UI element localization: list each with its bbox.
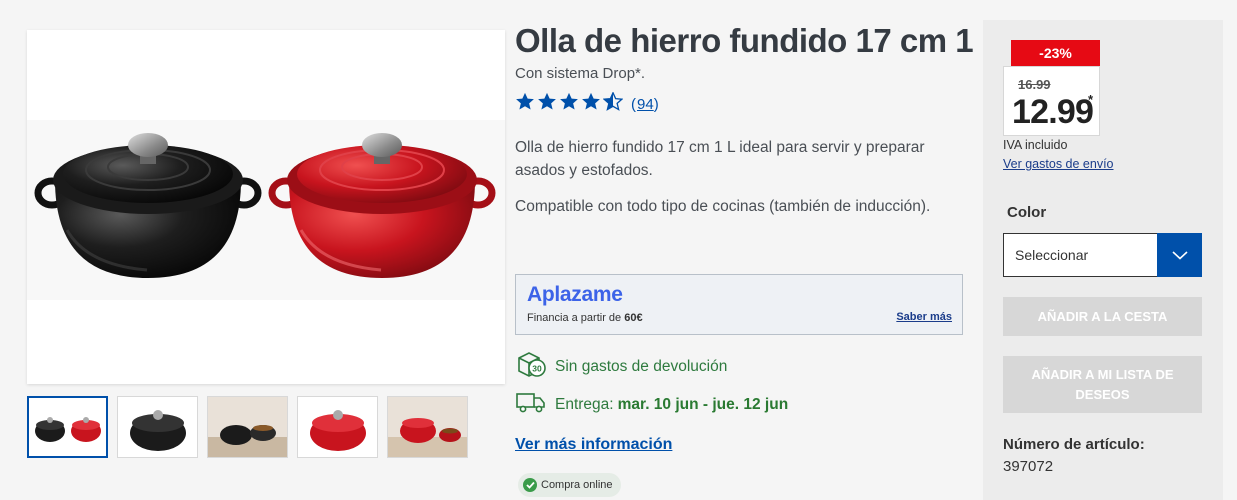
thumbnail-4[interactable]: [297, 396, 378, 458]
buy-box: -23% 16.99 12.99 * IVA incluido Ver gast…: [983, 20, 1223, 500]
discount-badge: -23%: [1011, 40, 1100, 66]
delivery-dates: mar. 10 jun - jue. 12 jun: [617, 395, 789, 413]
price-box: 16.99 12.99 *: [1003, 66, 1100, 136]
article-number-label: Número de artículo:: [1003, 436, 1145, 453]
financing-more-link[interactable]: Saber más: [896, 311, 952, 323]
delivery-label: Entrega:: [555, 395, 614, 413]
delivery-perk: Entrega: mar. 10 jun - jue. 12 jun: [515, 390, 788, 419]
product-subtitle: Con sistema Drop*.: [515, 65, 646, 82]
rating-close-paren: ): [653, 95, 659, 113]
chevron-down-icon[interactable]: [1157, 233, 1202, 277]
thumbnail-3[interactable]: [207, 396, 288, 458]
returns-text: Sin gastos de devolución: [555, 357, 728, 375]
color-select-value: Seleccionar: [1015, 247, 1089, 263]
add-to-wishlist-button[interactable]: AÑADIR A MI LISTA DE DESEOS: [1003, 356, 1202, 413]
red-pot: [268, 133, 496, 278]
rating-count-link[interactable]: 94: [637, 96, 654, 113]
product-title: Olla de hierro fundido 17 cm 1 L: [515, 22, 1002, 59]
svg-text:30: 30: [532, 364, 542, 374]
thumbnail-2[interactable]: [117, 396, 198, 458]
star-icon: [537, 92, 559, 116]
aplazame-logo: Aplazame: [527, 283, 623, 306]
financing-text: Financia a partir de 60€: [527, 312, 643, 324]
product-compatibility: Compatible con todo tipo de cocinas (tam…: [515, 198, 931, 215]
old-price: 16.99: [1018, 77, 1051, 92]
delivery-truck-icon: [515, 390, 555, 419]
article-number: 397072: [1003, 458, 1054, 475]
pots-illustration: [34, 133, 496, 278]
add-to-cart-button[interactable]: AÑADIR A LA CESTA: [1003, 297, 1202, 336]
thumbnail-1[interactable]: [27, 396, 108, 458]
return-box-icon: 30: [515, 349, 555, 384]
thumbnail-5[interactable]: [387, 396, 468, 458]
star-icon: [559, 92, 581, 116]
price-footnote-marker: *: [1088, 92, 1094, 107]
financing-amount: 60€: [624, 312, 643, 324]
color-select[interactable]: Seleccionar: [1003, 233, 1202, 277]
product-main-image[interactable]: [27, 30, 505, 384]
current-price: 12.99: [1012, 93, 1094, 131]
financing-box: Aplazame Financia a partir de 60€ Saber …: [515, 274, 963, 335]
black-pot: [34, 133, 262, 278]
shipping-costs-link[interactable]: Ver gastos de envío: [1003, 157, 1114, 171]
product-description: Olla de hierro fundido 17 cm 1 L ideal p…: [515, 139, 925, 179]
returns-perk: 30 Sin gastos de devolución: [515, 349, 727, 384]
online-badge-text: Compra online: [541, 479, 613, 491]
color-label: Color: [1007, 204, 1047, 221]
online-purchase-badge: Compra online: [518, 473, 621, 497]
star-icon: [515, 92, 537, 116]
half-star-icon: [602, 91, 625, 116]
more-info-link[interactable]: Ver más información: [515, 436, 672, 454]
thumbnail-strip: [27, 396, 468, 458]
star-icon: [581, 92, 603, 116]
tax-note: IVA incluido: [1003, 138, 1068, 152]
rating-open-paren: (: [631, 95, 636, 113]
rating[interactable]: ( 94 ): [515, 91, 659, 116]
check-icon: [523, 478, 537, 492]
